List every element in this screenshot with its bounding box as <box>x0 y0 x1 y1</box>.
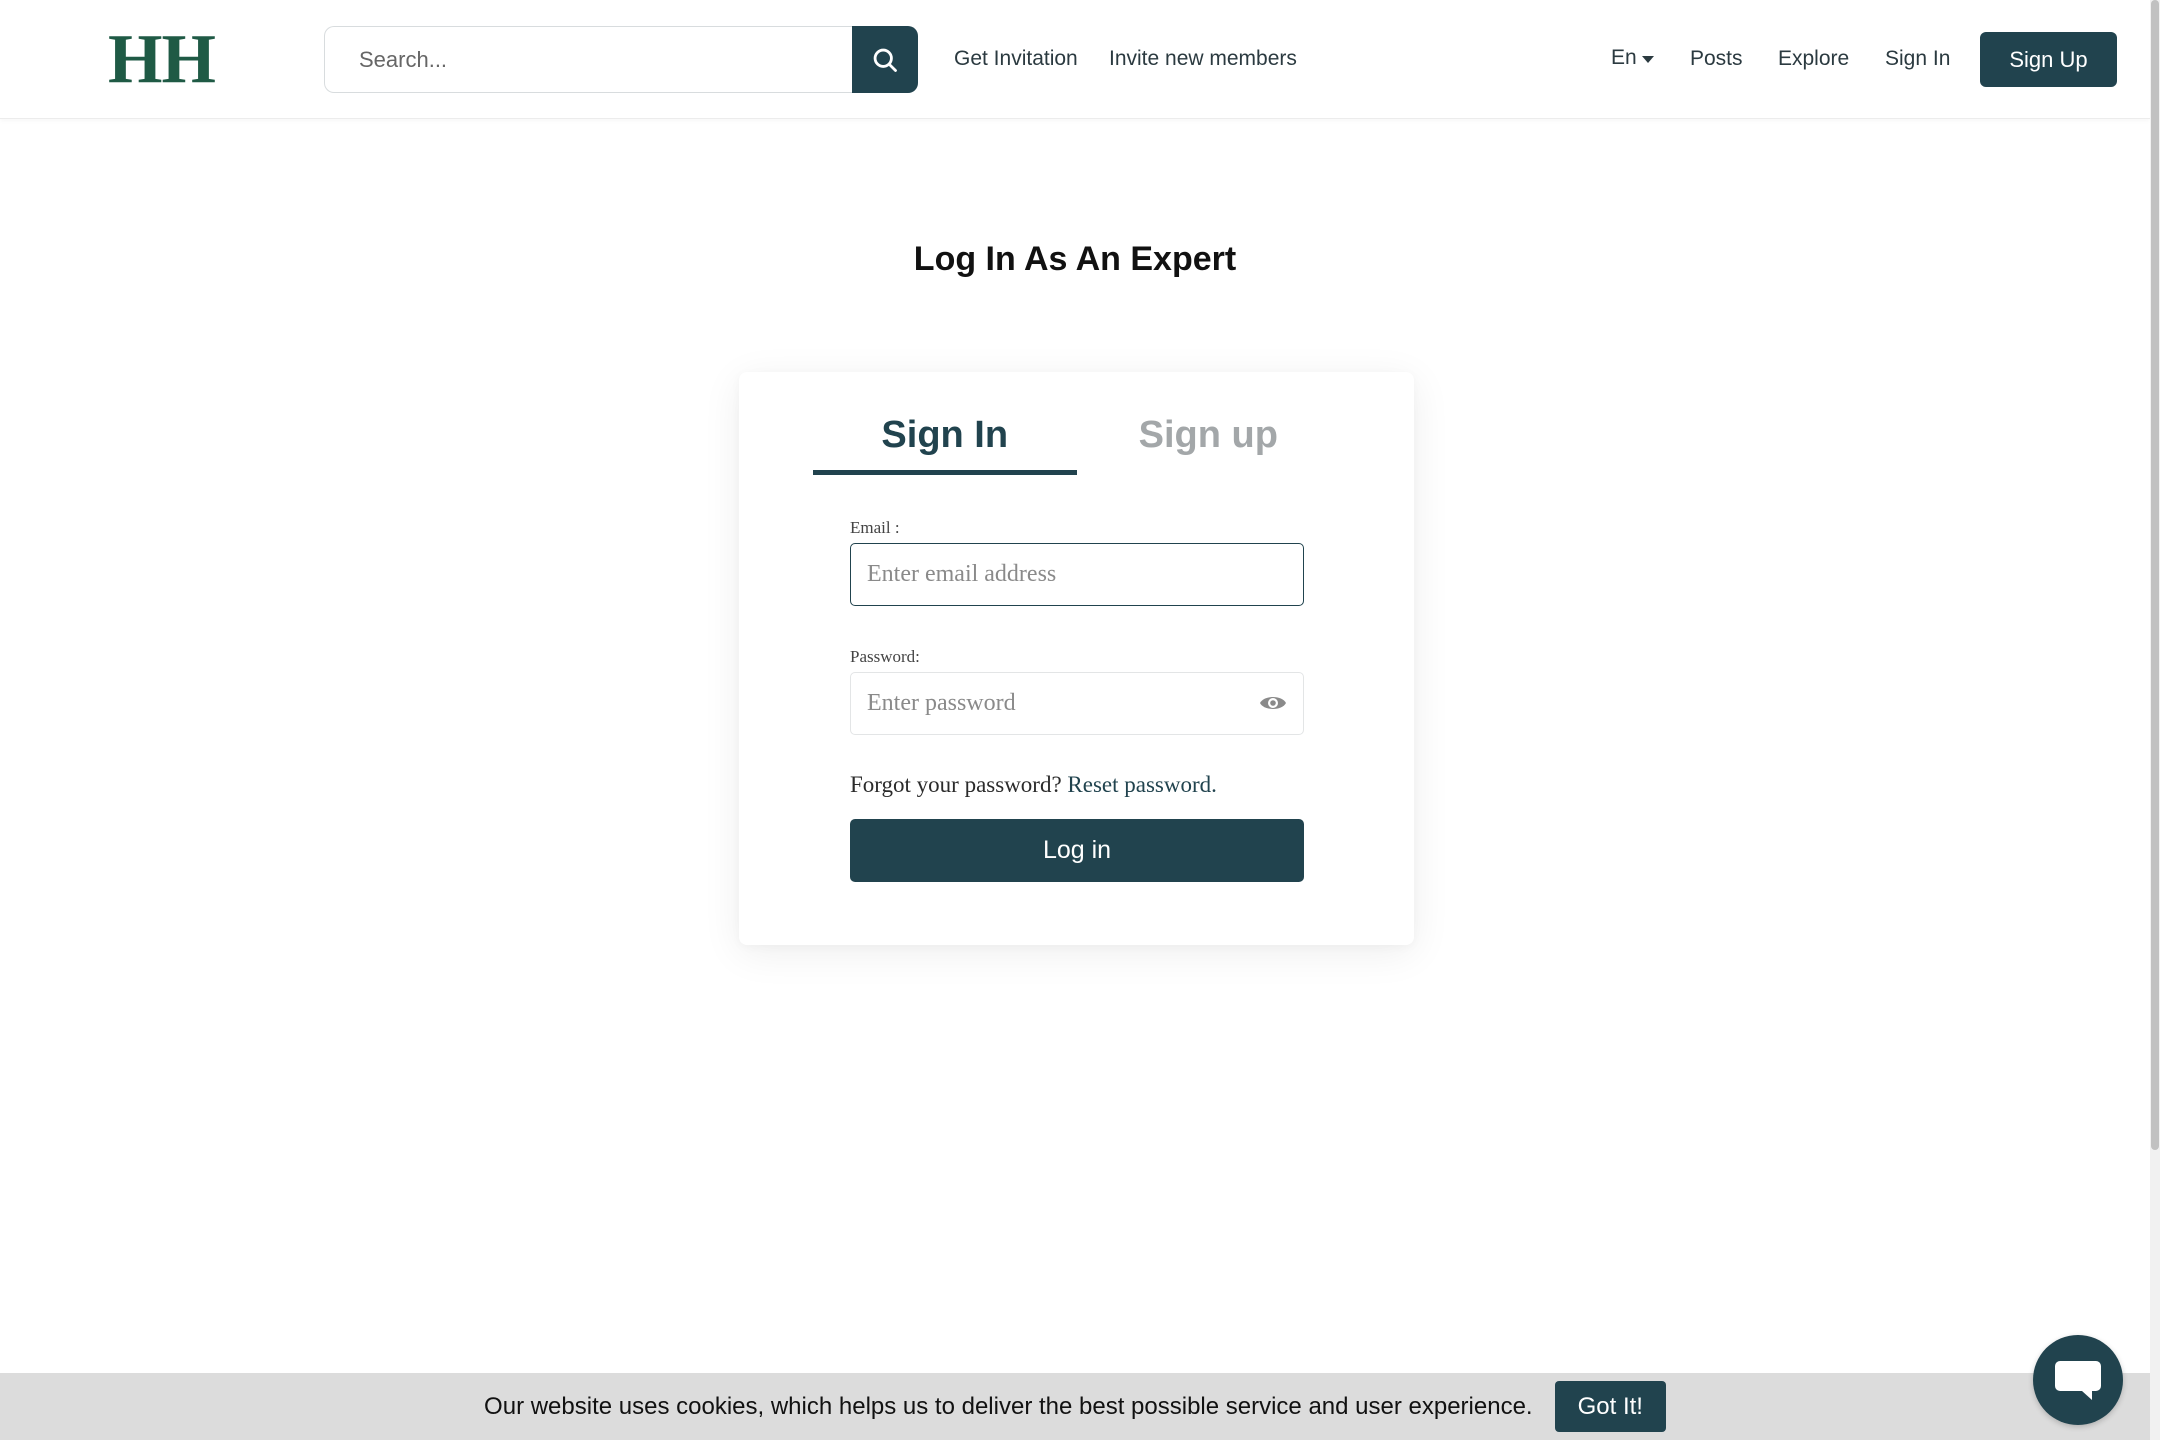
cookie-message: Our website uses cookies, which helps us… <box>484 1392 1533 1420</box>
password-label: Password: <box>850 647 920 666</box>
search-icon <box>873 48 897 72</box>
page-scrollbar[interactable] <box>2150 0 2160 1440</box>
forgot-password-text: Forgot your password? <box>850 772 1062 797</box>
nav-sign-in[interactable]: Sign In <box>1885 46 1950 72</box>
password-field[interactable] <box>850 672 1304 735</box>
nav-invite-members[interactable]: Invite new members <box>1109 46 1297 72</box>
nav-explore[interactable]: Explore <box>1778 46 1849 72</box>
email-label: Email : <box>850 518 900 537</box>
caret-down-icon <box>1641 55 1654 63</box>
email-field[interactable] <box>850 543 1304 606</box>
eye-icon[interactable] <box>1259 692 1287 714</box>
login-card: Sign In Sign up Email : Password: Forgot… <box>739 372 1414 945</box>
nav-get-invitation[interactable]: Get Invitation <box>954 46 1078 72</box>
search-input[interactable] <box>324 26 852 93</box>
cookie-banner: Our website uses cookies, which helps us… <box>0 1373 2150 1440</box>
chat-button[interactable] <box>2033 1335 2123 1425</box>
search-bar <box>324 26 918 93</box>
search-button[interactable] <box>852 26 918 93</box>
page: HH Get Invitation Invite new members En … <box>0 0 2160 1440</box>
auth-tabs: Sign In Sign up <box>813 410 1341 475</box>
tab-sign-in[interactable]: Sign In <box>813 410 1077 475</box>
site-logo[interactable]: HH <box>108 22 216 98</box>
page-title: Log In As An Expert <box>913 240 1237 278</box>
cookie-accept-button[interactable]: Got It! <box>1554 1381 1666 1432</box>
top-navbar: HH Get Invitation Invite new members En … <box>0 0 2150 119</box>
forgot-password-row: Forgot your password? Reset password. <box>850 772 1217 798</box>
log-in-button[interactable]: Log in <box>850 819 1304 882</box>
sign-up-button[interactable]: Sign Up <box>1980 32 2117 87</box>
language-label: En <box>1611 46 1637 69</box>
language-selector[interactable]: En <box>1611 46 1654 70</box>
chat-bubble-icon <box>2055 1361 2101 1400</box>
nav-posts[interactable]: Posts <box>1690 46 1743 72</box>
reset-password-link[interactable]: Reset password. <box>1067 772 1216 797</box>
tab-sign-up[interactable]: Sign up <box>1077 410 1341 470</box>
